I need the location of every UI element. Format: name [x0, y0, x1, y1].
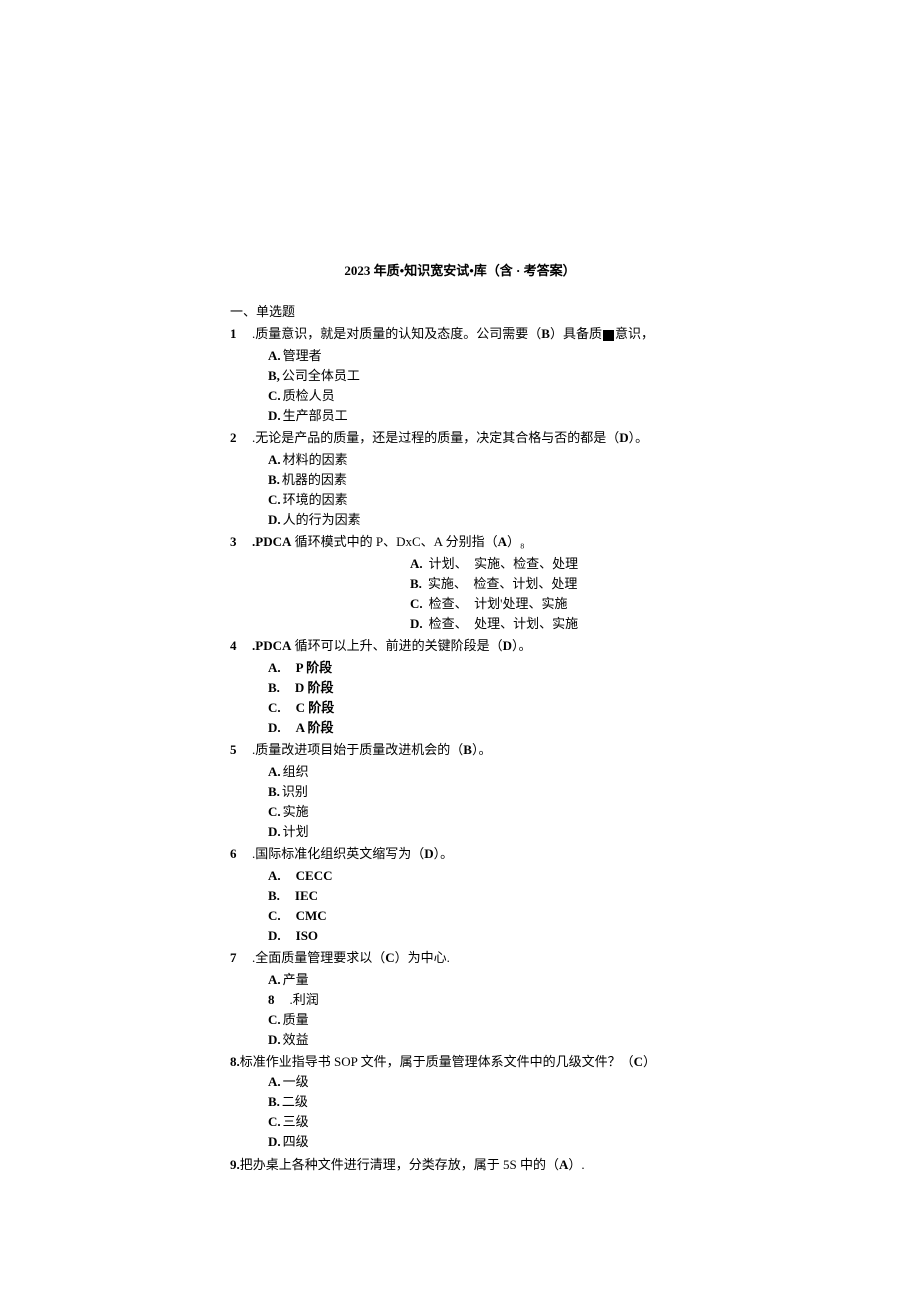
q-num: 2 — [230, 428, 252, 448]
q-text: .PDCA 循环模式中的 P、DxC、A 分别指（A）₈ — [252, 532, 690, 552]
page-title: 2023 年质•知识宽安试•库（含 · 考答案） — [230, 260, 690, 279]
q-num: 7 — [230, 948, 252, 968]
q-text: .国际标准化组织英文缩写为（D）。 — [252, 844, 690, 864]
question-2: 2 .无论是产品的质量，还是过程的质量，决定其合格与否的都是（D）。 A.材料的… — [230, 428, 690, 530]
q-num: 3 — [230, 532, 252, 552]
question-9: 9.把办桌上各种文件进行清理，分类存放，属于 5S 中的（A）. — [230, 1155, 690, 1175]
question-8: 8.标准作业指导书 SOP 文件，属于质量管理体系文件中的几级文件？（C） A.… — [230, 1052, 690, 1152]
q-text: .全面质量管理要求以（C）为中心. — [252, 948, 690, 968]
question-6: 6 .国际标准化组织英文缩写为（D）。 A. CECC B. IEC C. CM… — [230, 844, 690, 946]
q-text: .PDCA 循环可以上升、前进的关键阶段是（D）。 — [252, 636, 690, 656]
question-4: 4 .PDCA 循环可以上升、前进的关键阶段是（D）。 A. P 阶段 B. D… — [230, 636, 690, 738]
question-5: 5 .质量改进项目始于质量改进机会的（B）。 A.组织 B.识别 C.实施 D.… — [230, 740, 690, 842]
options: A.管理者 B,公司全体员工 C.质检人员 D.生产部员工 — [230, 346, 690, 427]
question-3: 3 .PDCA 循环模式中的 P、DxC、A 分别指（A）₈ A.计划、 实施、… — [230, 532, 690, 634]
q-text: .质量意识，就是对质量的认知及态度。公司需要（B）具备质意识， — [252, 324, 690, 344]
section-heading: 一、单选题 — [230, 301, 690, 320]
q-text: 标准作业指导书 SOP 文件，属于质量管理体系文件中的几级文件？（C） — [240, 1054, 656, 1069]
q-text: .质量改进项目始于质量改进机会的（B）。 — [252, 740, 690, 760]
options: A.产量 8 .利润 C.质量 D.效益 — [230, 970, 690, 1051]
options: A. CECC B. IEC C. CMC D. ISO — [230, 866, 690, 947]
q-num: 5 — [230, 740, 252, 760]
question-1: 1 .质量意识，就是对质量的认知及态度。公司需要（B）具备质意识， A.管理者 … — [230, 324, 690, 426]
filled-square-icon — [603, 330, 614, 341]
q-num: 9. — [230, 1157, 240, 1172]
q-text: .无论是产品的质量，还是过程的质量，决定其合格与否的都是（D）。 — [252, 428, 690, 448]
options: A.一级 B.二级 C.三级 D.四级 — [230, 1072, 690, 1153]
options: A.组织 B.识别 C.实施 D.计划 — [230, 762, 690, 843]
q-num: 1 — [230, 324, 252, 344]
question-7: 7 .全面质量管理要求以（C）为中心. A.产量 8 .利润 C.质量 D.效益 — [230, 948, 690, 1050]
q-num: 8. — [230, 1054, 240, 1069]
options: A.计划、 实施、检查、处理 B.实施、 检查、计划、处理 C.检查、 计划'处… — [230, 554, 690, 635]
q-num: 4 — [230, 636, 252, 656]
options: A.材料的因素 B.机器的因素 C.环境的因素 D.人的行为因素 — [230, 450, 690, 531]
options: A. P 阶段 B. D 阶段 C. C 阶段 D. A 阶段 — [230, 658, 690, 739]
q-num: 6 — [230, 844, 252, 864]
q-text: 把办桌上各种文件进行清理，分类存放，属于 5S 中的（A）. — [240, 1157, 585, 1172]
